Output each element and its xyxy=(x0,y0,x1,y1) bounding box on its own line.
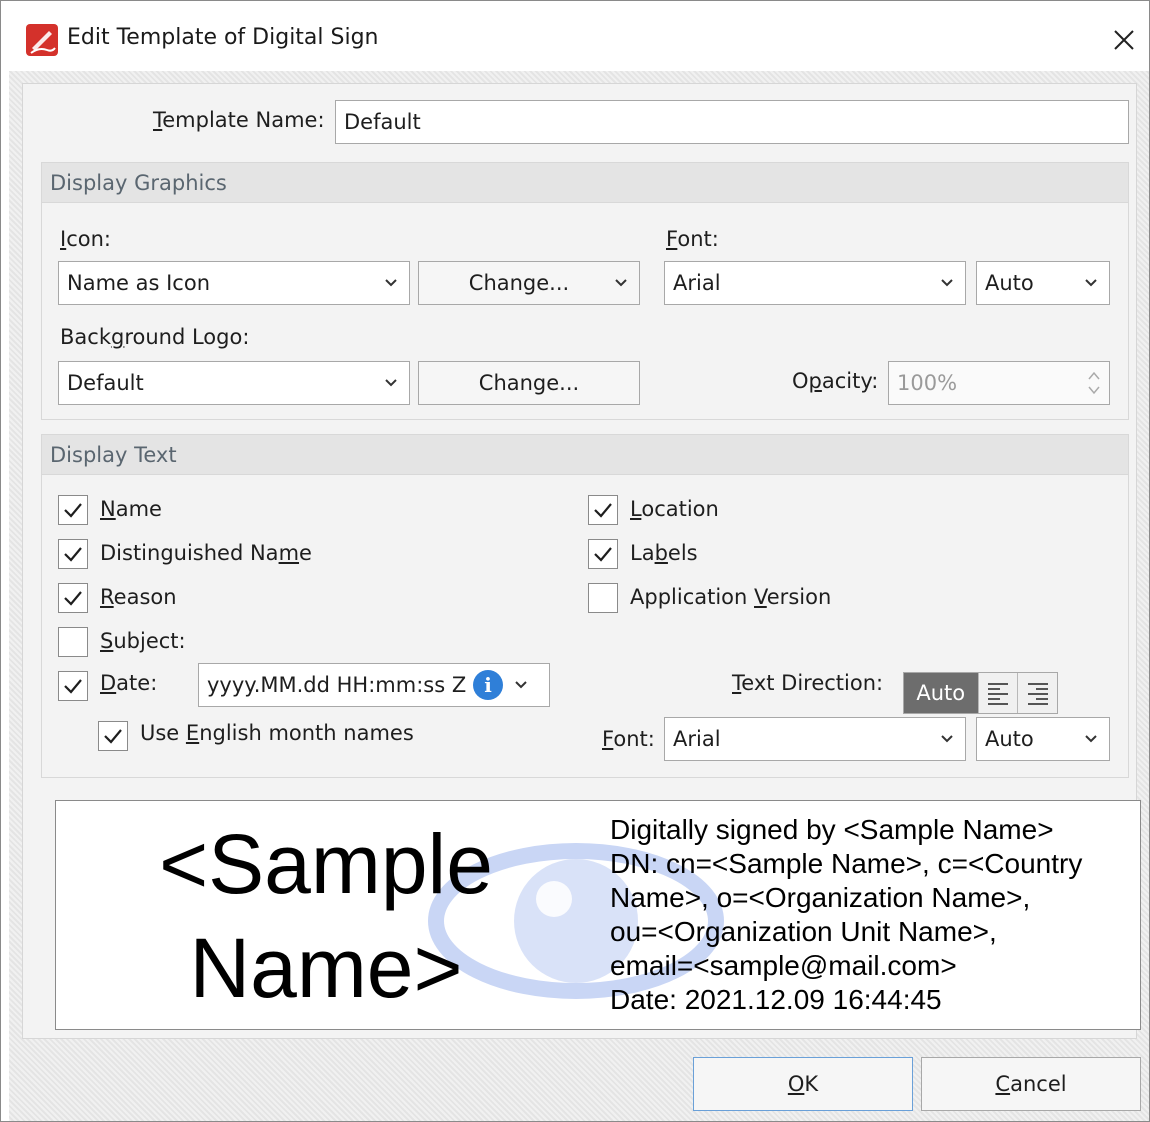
signature-detail-line: Digitally signed by <Sample Name> xyxy=(610,814,1054,845)
location-checkbox[interactable] xyxy=(588,495,618,525)
sample-name-text: <Sample Name> xyxy=(56,801,596,1029)
date-format-select[interactable]: yyyy.MM.dd HH:mm:ss Z i xyxy=(198,663,550,707)
text-direction-toggle: Auto xyxy=(903,672,1058,714)
signature-preview: <Sample Name> Digitally signed by <Sampl… xyxy=(55,800,1141,1030)
spinner-arrows-icon xyxy=(1088,371,1100,395)
dialog-window: Edit Template of Digital Sign Template N… xyxy=(0,0,1150,1122)
align-right-icon xyxy=(1027,683,1048,705)
text-direction-ltr-option[interactable] xyxy=(977,673,1018,713)
chevron-down-icon xyxy=(1081,273,1101,293)
checkmark-icon xyxy=(64,679,82,694)
english-month-names-label[interactable]: Use English month names xyxy=(140,721,414,745)
icon-change-dropdown-button[interactable]: Change... xyxy=(418,261,640,305)
signature-detail-line: ou=<Organization Unit Name>, xyxy=(610,916,997,947)
chevron-down-icon xyxy=(937,273,957,293)
checkmark-icon xyxy=(594,547,612,562)
checkmark-icon xyxy=(64,591,82,606)
window-title: Edit Template of Digital Sign xyxy=(67,25,379,50)
dialog-client-area: Template Name: Default Display Graphics … xyxy=(9,71,1149,1121)
template-name-input[interactable]: Default xyxy=(335,100,1129,144)
display-graphics-header: Display Graphics xyxy=(42,163,1128,203)
info-icon[interactable]: i xyxy=(473,670,503,700)
checkmark-icon xyxy=(104,729,122,744)
title-bar: Edit Template of Digital Sign xyxy=(1,1,1149,71)
icon-label: Icon: xyxy=(60,227,111,251)
signature-details: Digitally signed by <Sample Name> DN: cn… xyxy=(610,813,1140,1017)
settings-panel: Template Name: Default Display Graphics … xyxy=(22,83,1141,1039)
template-name-label: Template Name: xyxy=(153,108,325,132)
display-graphics-group: Display Graphics Icon: Name as Icon Chan… xyxy=(41,162,1129,420)
date-checkbox[interactable] xyxy=(58,671,88,701)
location-label[interactable]: Location xyxy=(630,497,719,521)
distinguished-name-label[interactable]: Distinguished Name xyxy=(100,541,312,565)
close-button[interactable] xyxy=(1099,15,1149,65)
cancel-button[interactable]: Cancel xyxy=(921,1057,1141,1111)
chevron-down-icon xyxy=(937,729,957,749)
reason-checkbox[interactable] xyxy=(58,583,88,613)
graphics-font-select[interactable]: Arial xyxy=(664,261,966,305)
text-font-label: Font: xyxy=(602,727,655,751)
subject-checkbox[interactable] xyxy=(58,627,88,657)
display-text-group: Display Text Name Distinguished Name Rea… xyxy=(41,434,1129,778)
date-label[interactable]: Date: xyxy=(100,671,157,695)
align-left-icon xyxy=(987,683,1008,705)
text-direction-rtl-option[interactable] xyxy=(1017,673,1058,713)
english-month-names-checkbox[interactable] xyxy=(98,721,128,751)
opacity-label: Opacity: xyxy=(792,369,879,393)
chevron-down-icon xyxy=(611,273,631,293)
text-direction-label: Text Direction: xyxy=(732,671,884,695)
sample-name-line-1: <Sample xyxy=(159,817,493,911)
application-version-label[interactable]: Application Version xyxy=(630,585,831,609)
graphics-font-size-select[interactable]: Auto xyxy=(976,261,1110,305)
subject-label[interactable]: Subject: xyxy=(100,629,186,653)
checkmark-icon xyxy=(64,503,82,518)
signature-detail-line: email=<sample@mail.com> xyxy=(610,950,957,981)
opacity-spinner[interactable]: 100% xyxy=(888,361,1110,405)
font-label: Font: xyxy=(666,227,719,251)
ok-button[interactable]: OK xyxy=(693,1057,913,1111)
checkmark-icon xyxy=(64,547,82,562)
labels-label[interactable]: Labels xyxy=(630,541,698,565)
background-logo-label: Background Logo: xyxy=(60,325,250,349)
application-version-checkbox[interactable] xyxy=(588,583,618,613)
checkmark-icon xyxy=(594,503,612,518)
signature-detail-line: Name>, o=<Organization Name>, xyxy=(610,882,1031,913)
app-icon xyxy=(26,24,58,56)
chevron-down-icon xyxy=(381,373,401,393)
text-direction-auto-option[interactable]: Auto xyxy=(904,673,978,713)
signature-detail-line: DN: cn=<Sample Name>, c=<Country xyxy=(610,848,1083,879)
sample-name-line-2: Name> xyxy=(189,921,463,1015)
text-font-select[interactable]: Arial xyxy=(664,717,966,761)
chevron-down-icon xyxy=(1081,729,1101,749)
chevron-down-icon xyxy=(381,273,401,293)
distinguished-name-checkbox[interactable] xyxy=(58,539,88,569)
labels-checkbox[interactable] xyxy=(588,539,618,569)
icon-select[interactable]: Name as Icon xyxy=(58,261,410,305)
background-logo-select[interactable]: Default xyxy=(58,361,410,405)
display-text-header: Display Text xyxy=(42,435,1128,475)
name-checkbox[interactable] xyxy=(58,495,88,525)
signature-detail-line: Date: 2021.12.09 16:44:45 xyxy=(610,984,942,1015)
chevron-down-icon xyxy=(511,675,531,695)
text-font-size-select[interactable]: Auto xyxy=(976,717,1110,761)
name-checkbox-label[interactable]: Name xyxy=(100,497,162,521)
reason-label[interactable]: Reason xyxy=(100,585,177,609)
background-logo-change-button[interactable]: Change... xyxy=(418,361,640,405)
close-icon xyxy=(1114,30,1134,50)
